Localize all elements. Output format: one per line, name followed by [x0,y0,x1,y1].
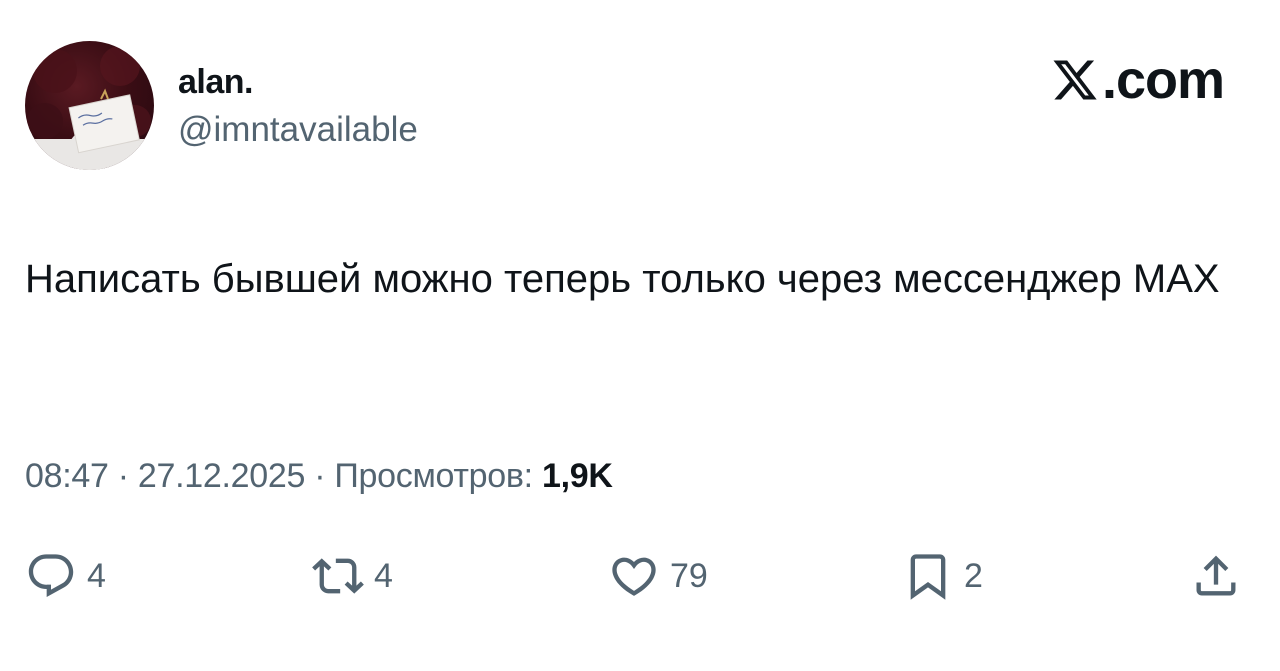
reply-button[interactable]: 4 [25,548,106,604]
views-count: 1,9K [541,457,613,495]
bookmark-icon [910,554,946,600]
like-count: 79 [670,556,708,595]
tweet-time[interactable]: 08:47 [25,457,109,495]
retweet-icon [312,558,364,594]
avatar[interactable] [25,41,154,170]
retweet-count: 4 [374,556,393,595]
avatar-photo [25,46,154,170]
author-handle[interactable]: @imntavailable [178,108,418,152]
tweet-text: Написать бывшей можно теперь только чере… [25,257,1220,301]
reply-count: 4 [87,556,106,595]
tweet-date[interactable]: 27.12.2025 [138,457,305,495]
share-icon [1196,555,1236,596]
views-label: Просмотров: [334,457,533,495]
reply-icon [28,554,74,598]
heart-icon [612,557,656,596]
x-com-brand: .com [1050,50,1225,110]
x-logo-icon [1053,60,1097,100]
bookmark-count: 2 [964,556,983,595]
retweet-button[interactable]: 4 [312,548,393,604]
brand-domain-label: .com [1101,50,1225,110]
meta-separator: · [108,457,138,495]
meta-separator: · [305,457,335,495]
like-button[interactable]: 79 [608,548,708,604]
author-display-name[interactable]: alan. [178,62,253,102]
share-button[interactable] [1190,548,1242,604]
tweet-meta: 08:47 · 27.12.2025 · Просмотров: 1,9K [25,452,613,500]
bookmark-button[interactable]: 2 [902,548,983,604]
